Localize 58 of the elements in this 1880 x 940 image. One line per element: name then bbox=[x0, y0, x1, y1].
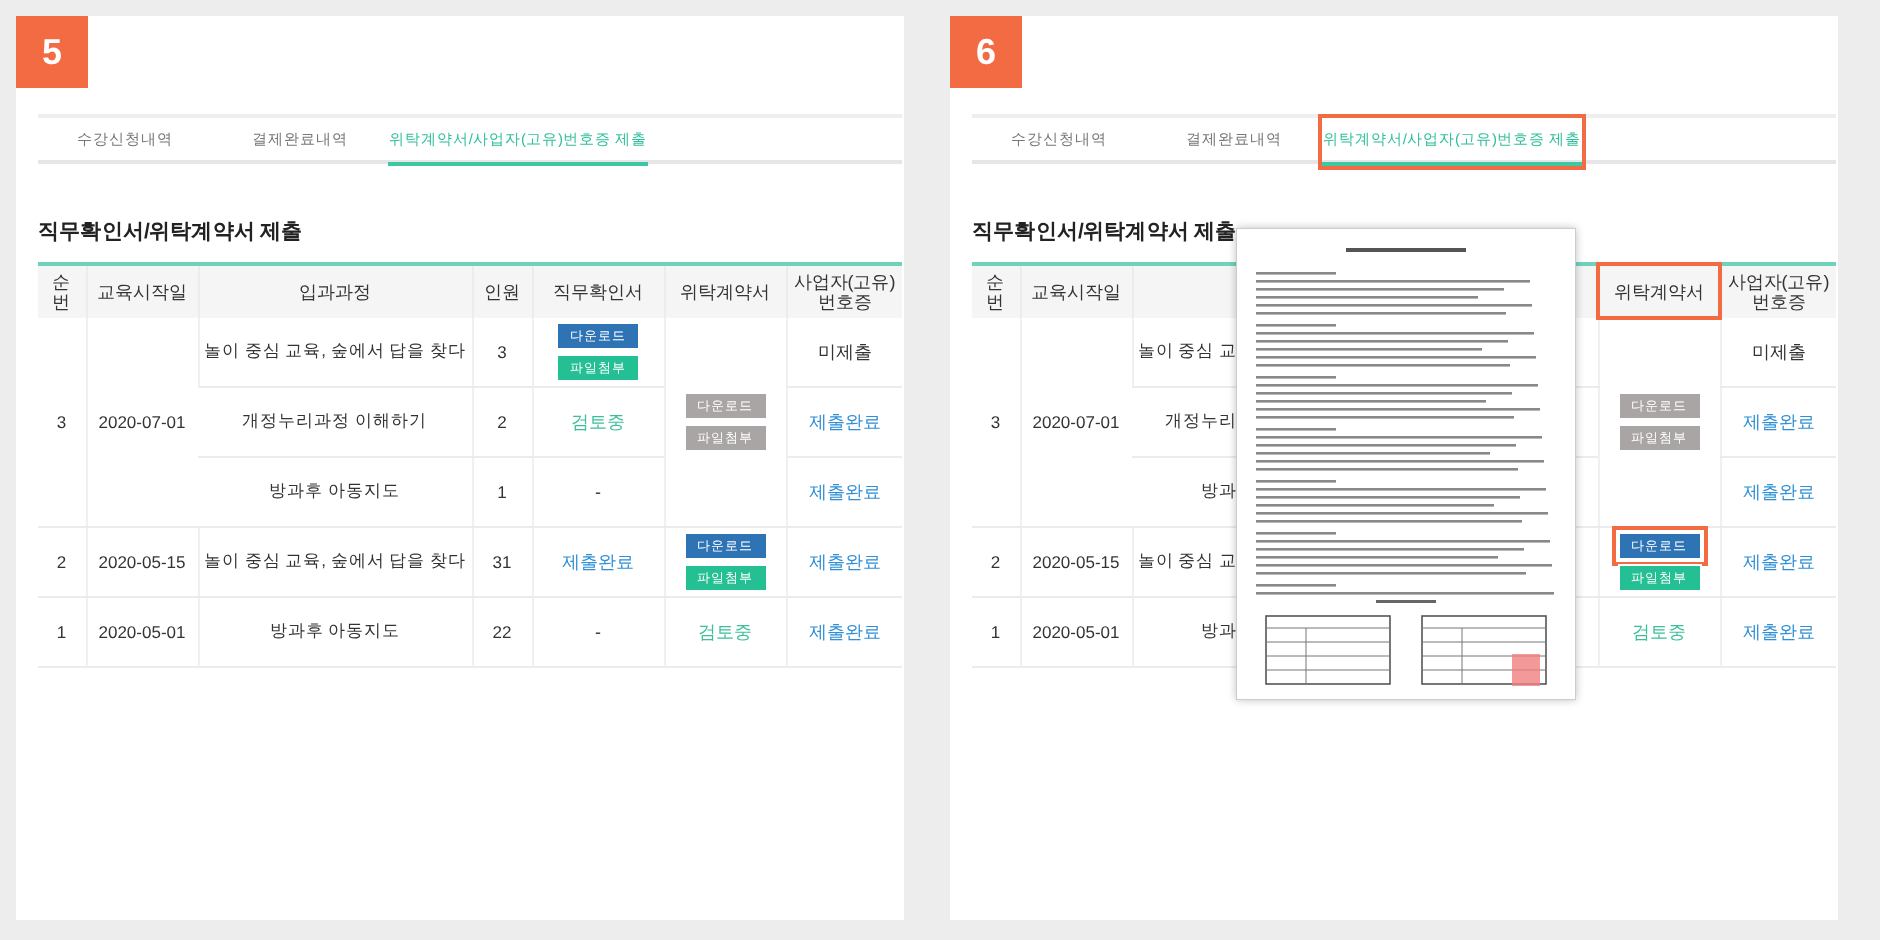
column-header: 순번 bbox=[985, 271, 1006, 313]
start-date: 2020-07-01 bbox=[1032, 412, 1120, 432]
headcount: 22 bbox=[492, 622, 512, 642]
row-number: 2 bbox=[56, 552, 67, 572]
course-name: 놀이 중심 교 bbox=[1137, 550, 1237, 570]
course-name: 방과후 아동지도 bbox=[269, 620, 401, 640]
headcount: 2 bbox=[497, 412, 507, 432]
status-text: 제출완료 bbox=[1742, 551, 1815, 571]
status-text: 제출완료 bbox=[1742, 411, 1815, 431]
row-number: 3 bbox=[990, 412, 1001, 432]
row-number: 1 bbox=[56, 622, 67, 642]
column-header: 직무확인서 bbox=[553, 281, 643, 303]
start-date: 2020-05-01 bbox=[1032, 622, 1120, 642]
row-number: 3 bbox=[56, 412, 67, 432]
status-text: 미제출 bbox=[817, 341, 872, 361]
start-date: 2020-05-01 bbox=[98, 622, 186, 642]
headcount: 1 bbox=[497, 482, 507, 502]
course-name: 방과후 아동지도 bbox=[269, 480, 400, 500]
status-text: - bbox=[595, 482, 601, 502]
status-text: 제출완료 bbox=[1742, 481, 1815, 501]
start-date: 2020-05-15 bbox=[1032, 552, 1120, 572]
headcount: 3 bbox=[497, 342, 507, 362]
row-number: 2 bbox=[990, 552, 1001, 572]
status-text: 검토중 bbox=[1632, 621, 1686, 641]
status-text: 검토중 bbox=[698, 621, 752, 641]
column-header: 사업자(고유) 번호증 bbox=[791, 271, 898, 313]
course-name: 개정누리 bbox=[1165, 410, 1237, 430]
row-number: 1 bbox=[990, 622, 1001, 642]
status-text: 검토중 bbox=[571, 411, 625, 431]
status-text: 제출완료 bbox=[1742, 621, 1815, 641]
status-text: - bbox=[595, 622, 601, 642]
column-header: 인원 bbox=[484, 281, 520, 303]
course-name: 개정누리과정 이해하기 bbox=[242, 410, 427, 430]
course-name: 놀이 중심 교육, 숲에서 답을 찾다 bbox=[203, 550, 467, 570]
section-title: 직무확인서/위탁계약서 제출 bbox=[38, 218, 303, 246]
headcount: 31 bbox=[492, 552, 512, 572]
status-text: 제출완료 bbox=[808, 551, 881, 571]
status-text: 제출완료 bbox=[808, 481, 881, 501]
course-name: 방과 bbox=[1201, 480, 1237, 500]
status-text: 제출완료 bbox=[808, 621, 881, 641]
course-name: 방과 bbox=[1201, 620, 1237, 640]
start-date: 2020-07-01 bbox=[98, 412, 186, 432]
column-header: 순번 bbox=[51, 271, 72, 313]
course-name: 놀이 중심 교 bbox=[1137, 340, 1237, 360]
status-text: 제출완료 bbox=[562, 551, 634, 571]
start-date: 2020-05-15 bbox=[98, 552, 186, 572]
column-header: 위탁계약서 bbox=[1614, 281, 1704, 303]
course-name: 놀이 중심 교육, 숲에서 답을 찾다 bbox=[203, 340, 467, 360]
column-header: 입과과정 bbox=[299, 281, 371, 303]
section-title: 직무확인서/위탁계약서 제출 bbox=[972, 218, 1237, 246]
step-badge: 6 bbox=[950, 16, 1022, 88]
status-text: 미제출 bbox=[1751, 341, 1806, 361]
column-header: 교육시작일 bbox=[1031, 281, 1121, 303]
column-header: 위탁계약서 bbox=[680, 281, 770, 303]
status-text: 제출완료 bbox=[808, 411, 881, 431]
column-header: 교육시작일 bbox=[97, 281, 187, 303]
column-header: 사업자(고유) 번호증 bbox=[1725, 271, 1832, 313]
step-badge: 5 bbox=[16, 16, 88, 88]
